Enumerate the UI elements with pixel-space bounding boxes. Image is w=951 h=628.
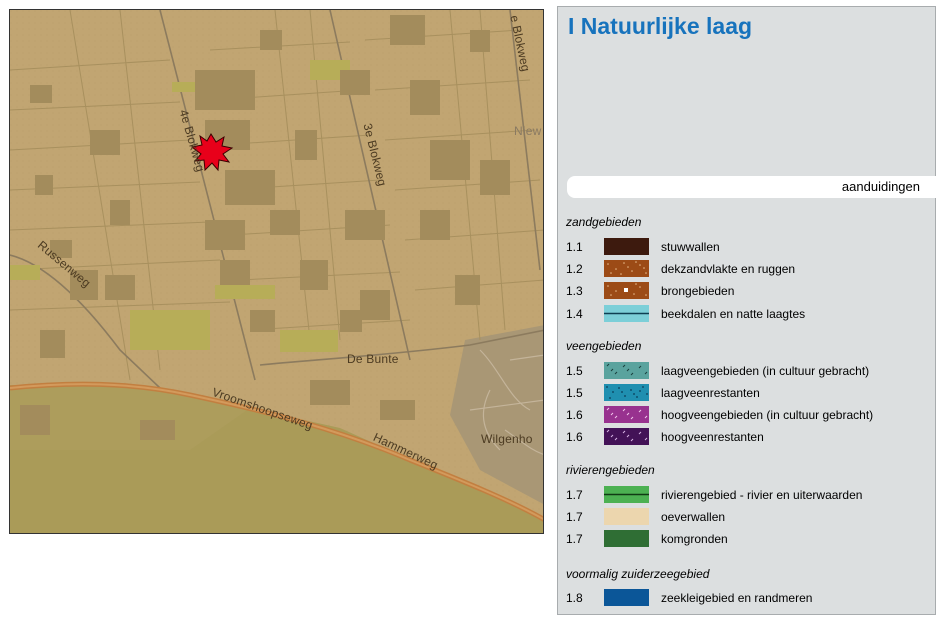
legend-code: 1.6	[566, 430, 583, 444]
legend-code: 1.8	[566, 591, 583, 605]
map-view[interactable]: 4e Blokweg 3e Blokweg e Blokweg Russenwe…	[9, 9, 544, 534]
legend-row: 1.5 laagveenrestanten	[566, 384, 926, 402]
legend-section-title: zandgebieden	[566, 215, 642, 229]
swatch-oeverwallen	[604, 508, 649, 525]
legend-code: 1.5	[566, 386, 583, 400]
map-label-niew: Niew	[514, 124, 542, 138]
legend-label: hoogveenrestanten	[661, 430, 764, 444]
legend-row: 1.7 komgronden	[566, 530, 926, 548]
legend-row: 1.5 laagveengebieden (in cultuur gebrach…	[566, 362, 926, 380]
legend-label: komgronden	[661, 532, 728, 546]
swatch-hoogveenrestanten	[604, 428, 649, 445]
legend-label: dekzandvlakte en ruggen	[661, 262, 796, 276]
legend-label: stuwwallen	[661, 240, 720, 254]
legend-label: zeekleigebied en randmeren	[661, 591, 813, 605]
legend-code: 1.3	[566, 284, 583, 298]
legend-label: beekdalen en natte laagtes	[661, 307, 806, 321]
swatch-zeekleigebied	[604, 589, 649, 606]
legend-label: rivierengebied - rivier en uiterwaarden	[661, 488, 863, 502]
legend-section-title: veengebieden	[566, 339, 642, 353]
legend-row: 1.1 stuwwallen	[566, 238, 926, 256]
legend-row: 1.2 dekzandvlakte en ruggen	[566, 260, 926, 278]
legend-code: 1.5	[566, 364, 583, 378]
legend-row: 1.6 hoogveengebieden (in cultuur gebrach…	[566, 406, 926, 424]
legend-tab-aanduidingen[interactable]: aanduidingen	[567, 176, 936, 198]
swatch-brongebieden	[604, 282, 649, 299]
swatch-laagveenrestanten	[604, 384, 649, 401]
legend-code: 1.4	[566, 307, 583, 321]
legend-label: laagveenrestanten	[661, 386, 760, 400]
legend-label: oeverwallen	[661, 510, 726, 524]
swatch-laagveengebieden	[604, 362, 649, 379]
legend-tab-label: aanduidingen	[841, 179, 920, 194]
swatch-komgronden	[604, 530, 649, 547]
swatch-dekzandvlakte	[604, 260, 649, 277]
legend-panel: I Natuurlijke laag aanduidingen zandgebi…	[557, 6, 936, 615]
legend-label: hoogveengebieden (in cultuur gebracht)	[661, 408, 874, 422]
legend-code: 1.7	[566, 532, 583, 546]
legend-section-title: rivierengebieden	[566, 463, 655, 477]
swatch-stuwwallen	[604, 238, 649, 255]
legend-code: 1.2	[566, 262, 583, 276]
legend-code: 1.7	[566, 488, 583, 502]
swatch-hoogveengebieden	[604, 406, 649, 423]
legend-label: brongebieden	[661, 284, 735, 298]
legend-code: 1.6	[566, 408, 583, 422]
legend-row: 1.6 hoogveenrestanten	[566, 428, 926, 446]
legend-code: 1.1	[566, 240, 583, 254]
legend-row: 1.3 brongebieden	[566, 282, 926, 300]
map-canvas	[10, 10, 543, 533]
legend-row: 1.7 oeverwallen	[566, 508, 926, 526]
legend-section-title: voormalig zuiderzeegebied	[566, 567, 710, 581]
swatch-beekdalen	[604, 305, 649, 322]
legend-row: 1.8 zeekleigebied en randmeren	[566, 589, 926, 607]
legend-code: 1.7	[566, 510, 583, 524]
map-label-wilgenho: Wilgenho	[481, 432, 533, 446]
map-label-de-bunte: De Bunte	[347, 352, 399, 366]
swatch-rivierengebied	[604, 486, 649, 503]
legend-title: I Natuurlijke laag	[568, 13, 753, 39]
legend-row: 1.7 rivierengebied - rivier en uiterwaar…	[566, 486, 926, 504]
legend-row: 1.4 beekdalen en natte laagtes	[566, 305, 926, 323]
legend-label: laagveengebieden (in cultuur gebracht)	[661, 364, 870, 378]
